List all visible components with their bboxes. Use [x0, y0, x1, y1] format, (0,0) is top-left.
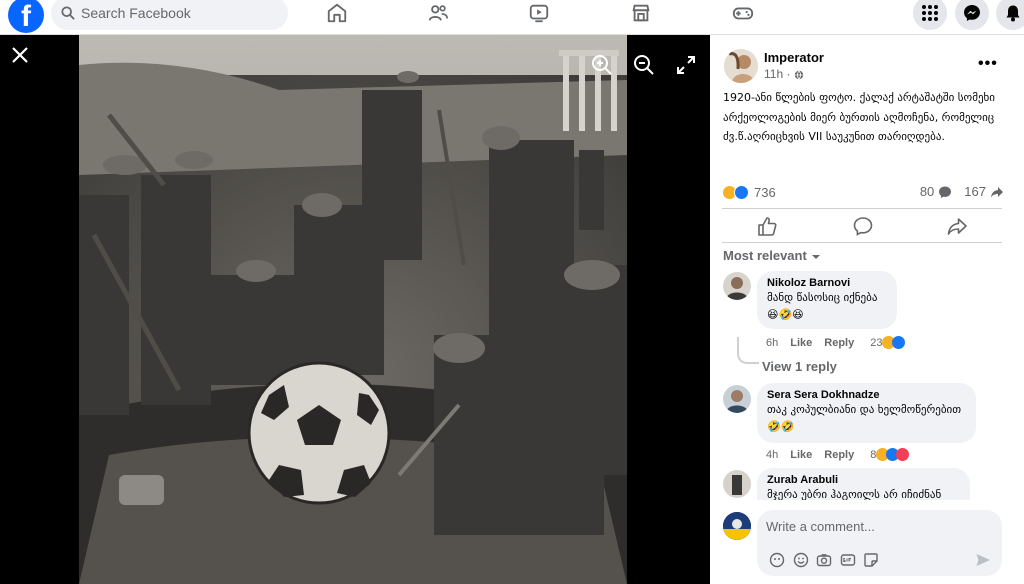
- comment-sort-dropdown[interactable]: Most relevant: [723, 248, 821, 263]
- author-avatar[interactable]: [724, 49, 758, 83]
- commenter-avatar[interactable]: [723, 470, 751, 498]
- sticker-icon[interactable]: [863, 552, 879, 568]
- reaction-summary[interactable]: 736: [722, 182, 776, 202]
- home-icon[interactable]: [326, 2, 350, 24]
- send-icon[interactable]: [975, 552, 991, 568]
- avatar-sticker-icon[interactable]: [769, 552, 785, 568]
- comment-like-button[interactable]: Like: [790, 449, 812, 461]
- search-box[interactable]: [51, 0, 288, 30]
- comment-composer: [757, 510, 1002, 576]
- commenter-name[interactable]: Nikoloz Barnovi: [767, 277, 887, 289]
- comment-bubble: Zurab Arabuli მჯერა უბრი ჰაგოილს არ იჩიძ…: [757, 468, 970, 500]
- like-reaction-icon: [892, 336, 906, 349]
- comment-text: თაკ კოპულბიანი და ხელმოწერებით 🤣🤣: [767, 403, 962, 433]
- share-button-icon[interactable]: [946, 215, 968, 237]
- search-icon: [61, 6, 75, 20]
- chevron-down-icon: [811, 254, 820, 259]
- comment-time[interactable]: 4h: [766, 449, 778, 461]
- commenter-avatar[interactable]: [723, 385, 751, 413]
- fullscreen-icon[interactable]: [674, 53, 698, 77]
- commenter-avatar[interactable]: [723, 272, 751, 300]
- facebook-logo[interactable]: f: [8, 0, 44, 33]
- comment-bubble: Nikoloz Barnovi მანდ წასოსიც იქნება 😆🤣😆: [757, 271, 897, 329]
- comment-text: მჯერა უბრი ჰაგოილს არ იჩიძნან: [767, 488, 942, 500]
- search-input[interactable]: [81, 5, 271, 21]
- comment-emoji: 😆🤣😆: [767, 308, 804, 321]
- comment-time[interactable]: 6h: [766, 337, 778, 349]
- post-time[interactable]: 11h ·: [764, 67, 804, 81]
- globe-icon: [794, 70, 803, 80]
- comment-text: მანდ წასოსიც იქნება: [767, 291, 878, 304]
- view-replies-link[interactable]: View 1 reply: [762, 359, 837, 374]
- love-reaction-icon: [896, 448, 910, 461]
- comment-button-icon[interactable]: [852, 215, 874, 237]
- video-icon[interactable]: [528, 2, 552, 24]
- close-icon[interactable]: [10, 45, 30, 65]
- comment-like-button[interactable]: Like: [790, 337, 812, 349]
- notifications-icon[interactable]: [996, 0, 1024, 30]
- friends-icon[interactable]: [427, 2, 451, 24]
- comment-reply-button[interactable]: Reply: [824, 337, 854, 349]
- gaming-icon[interactable]: [732, 2, 756, 24]
- excavation-image: [79, 35, 627, 584]
- share-count[interactable]: 167: [964, 184, 986, 199]
- post-author[interactable]: Imperator: [764, 50, 824, 65]
- zoom-out-icon[interactable]: [632, 53, 656, 77]
- messenger-icon[interactable]: [955, 0, 989, 30]
- comment-reply-button[interactable]: Reply: [824, 449, 854, 461]
- commenter-name[interactable]: Sera Sera Dokhnadze: [767, 389, 966, 401]
- reaction-count: 736: [754, 184, 776, 200]
- photo-viewer: [0, 35, 710, 584]
- like-reaction-icon: [734, 184, 749, 200]
- comment-bubble: Sera Sera Dokhnadze თაკ კოპულბიანი და ხე…: [757, 383, 976, 443]
- gif-icon[interactable]: [840, 552, 856, 568]
- emoji-icon[interactable]: [793, 552, 809, 568]
- zoom-in-icon[interactable]: [590, 53, 614, 77]
- comment-actions: 6h Like Reply 23: [766, 336, 906, 349]
- comment-actions: 4h Like Reply 8: [766, 448, 910, 461]
- post-stats[interactable]: 80 167: [920, 184, 1004, 199]
- reply-thread-line: [737, 337, 759, 364]
- divider: [722, 208, 1002, 209]
- menu-grid-icon[interactable]: [913, 0, 947, 30]
- post-panel: Imperator 11h · ••• 1920-ანი წლების ფოტო…: [710, 35, 1024, 584]
- post-photo: [79, 35, 627, 584]
- share-count-icon: [991, 186, 1003, 197]
- comment-input[interactable]: [766, 519, 986, 534]
- camera-icon[interactable]: [816, 552, 832, 568]
- comment-count[interactable]: 80: [920, 184, 934, 199]
- more-options-icon[interactable]: •••: [978, 55, 998, 73]
- marketplace-icon[interactable]: [630, 2, 654, 24]
- like-button-icon[interactable]: [756, 215, 778, 237]
- comment-reaction-count[interactable]: 23: [870, 337, 882, 349]
- current-user-avatar[interactable]: [723, 512, 751, 540]
- post-caption: 1920-ანი წლების ფოტო. ქალაქ არტაშატში სო…: [723, 91, 995, 143]
- commenter-name[interactable]: Zurab Arabuli: [767, 474, 960, 486]
- divider: [722, 242, 1002, 243]
- comment-count-icon: [939, 186, 952, 198]
- top-bar: f: [0, 0, 1024, 35]
